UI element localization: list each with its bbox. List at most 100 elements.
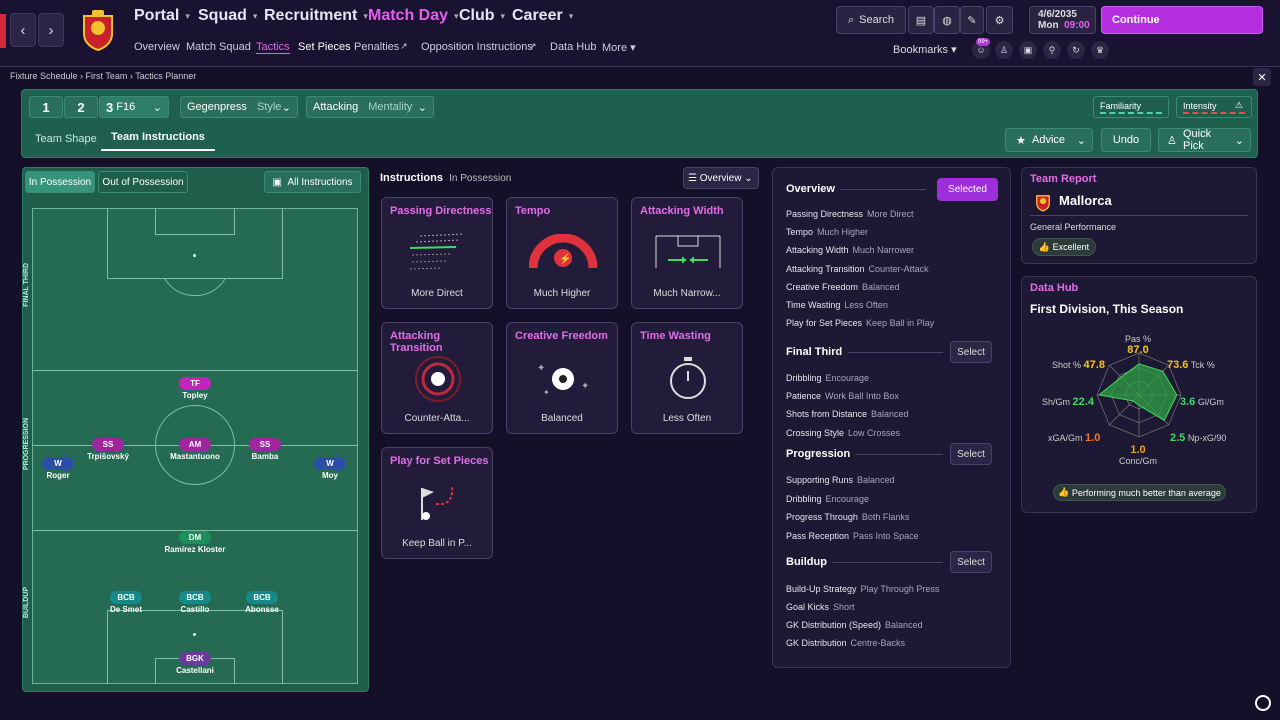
thumbs-up-icon: 👍 <box>1038 241 1051 252</box>
chevron-down-icon: ⌄ <box>1234 134 1244 147</box>
overview-row: Supporting Runs Balanced <box>786 475 895 485</box>
stat-value: 2.5 <box>1170 432 1186 444</box>
nav-career[interactable]: Career ▾ <box>512 7 573 25</box>
player-9[interactable]: BCB Abonsse <box>222 591 302 614</box>
card-value: More Direct <box>411 288 463 299</box>
stat-label: Np-xG/90 <box>1187 433 1227 443</box>
row-value: Pass Into Space <box>853 530 919 541</box>
player-0[interactable]: TF Topley <box>155 377 235 400</box>
team-report-title[interactable]: Team Report <box>1030 173 1096 185</box>
date-display[interactable]: 4/6/2035 Mon 09:00 <box>1029 6 1096 34</box>
passing-directness-icon <box>409 233 465 270</box>
tactic-slot-3[interactable]: 3 F16 ⌄ <box>99 96 169 118</box>
penalty-spot <box>193 633 196 636</box>
view-dropdown[interactable]: ☰ Overview ⌄ <box>683 167 759 189</box>
advice-label: Advice <box>1032 134 1066 146</box>
card-attacking-transition[interactable]: Attacking Transition Counter-Atta... <box>381 322 493 434</box>
back-button[interactable]: ‹ <box>10 13 36 47</box>
nav-portal[interactable]: Portal ▾ <box>134 7 190 25</box>
card-tempo[interactable]: Tempo ⚡ Much Higher <box>506 197 618 309</box>
bookmarks-dropdown[interactable]: Bookmarks ▾ <box>893 43 957 56</box>
row-key: Play for Set Pieces <box>786 318 863 329</box>
role-badge: TF <box>179 377 211 390</box>
player-4[interactable]: W Roger <box>18 457 98 480</box>
overview-row: Attacking Transition Counter-Attack <box>786 264 929 274</box>
date-label: 4/6/2035 <box>1038 9 1077 20</box>
row-key: GK Distribution <box>786 638 847 648</box>
subnav-opposition-instructions[interactable]: Opposition Instructions <box>421 41 533 53</box>
player-7[interactable]: BCB De Smet <box>86 591 166 614</box>
card-creative-freedom[interactable]: Creative Freedom ✦ ✦ ✦ Balanced <box>506 322 618 434</box>
subnav-set-pieces[interactable]: Set Pieces <box>298 41 351 53</box>
trophy-icon[interactable]: ♛ <box>1091 41 1109 59</box>
stopwatch-icon <box>670 357 706 399</box>
globe-icon[interactable]: ◍ <box>934 6 960 34</box>
stat-value: 22.4 <box>1072 396 1094 408</box>
row-key: Passing Directness <box>786 209 864 219</box>
data-hub-title[interactable]: Data Hub <box>1030 282 1078 294</box>
nav-match-day[interactable]: Match Day ▾ <box>368 7 459 25</box>
tactic-slot-2[interactable]: 2 <box>64 96 98 118</box>
warning-icon: ⚠ <box>1234 100 1243 110</box>
shirt-icon[interactable]: ♙ <box>995 41 1013 59</box>
player-10[interactable]: BGK Castellani <box>155 652 235 675</box>
advice-button[interactable]: ★ Advice ⌄ <box>1005 128 1093 152</box>
overview-row: GK Distribution Centre-Backs <box>786 638 905 648</box>
tab-in-possession[interactable]: In Possession <box>25 171 95 193</box>
overview-row: Dribbling Encourage <box>786 494 869 504</box>
nav-club[interactable]: Club ▾ <box>459 7 505 25</box>
subnav-tactics[interactable]: Tactics <box>256 41 290 54</box>
undo-button[interactable]: Undo <box>1101 128 1151 152</box>
subnav-match-squad[interactable]: Match Squad <box>186 41 251 53</box>
continue-button[interactable]: Continue <box>1101 6 1263 34</box>
card-play-for-set-pieces[interactable]: Play for Set Pieces Keep Ball in P... <box>381 447 493 559</box>
breadcrumb-first-team[interactable]: First Team <box>86 71 128 81</box>
breadcrumb-fixture-schedule[interactable]: Fixture Schedule <box>10 71 78 81</box>
pen-icon[interactable]: ✎ <box>960 6 984 34</box>
buildup-select-button[interactable]: Select <box>950 551 992 573</box>
tab-out-of-possession[interactable]: Out of Possession <box>98 171 188 193</box>
subnav-data-hub[interactable]: Data Hub <box>550 41 596 53</box>
gear-icon[interactable]: ⚙ <box>986 6 1013 34</box>
selected-button[interactable]: Selected <box>937 178 998 201</box>
data-hub-footer-badge: 👍 Performing much better than average <box>1053 484 1226 501</box>
goal-box-top <box>155 209 235 235</box>
clipboard-icon[interactable]: ▣ <box>1019 41 1037 59</box>
player-6[interactable]: DM Ramírez Kloster <box>155 531 235 554</box>
tab-team-shape[interactable]: Team Shape <box>35 133 97 145</box>
stat-label: Tck % <box>1190 360 1215 370</box>
nav-label: Career <box>512 7 563 24</box>
card-passing-directness[interactable]: Passing Directness More Direct <box>381 197 493 309</box>
strategy-icon[interactable]: ⚲ <box>1043 41 1061 59</box>
inbox-icon[interactable]: ▤ <box>908 6 934 34</box>
buildup-title: Buildup <box>786 556 827 568</box>
intensity-meter[interactable]: Intensity ⚠ <box>1176 96 1252 118</box>
tab-team-instructions[interactable]: Team Instructions <box>101 131 215 151</box>
familiarity-meter[interactable]: Familiarity <box>1093 96 1169 118</box>
quick-pick-button[interactable]: ♙ Quick Pick ⌄ <box>1158 128 1251 152</box>
focus-icon[interactable] <box>1255 695 1271 711</box>
card-attacking-width[interactable]: Attacking Width Much Narrow... <box>631 197 743 309</box>
search-button[interactable]: ⌕ Search <box>836 6 906 34</box>
row-key: Crossing Style <box>786 427 845 438</box>
forward-button[interactable]: › <box>38 13 64 47</box>
card-time-wasting[interactable]: Time Wasting Less Often <box>631 322 743 434</box>
familiarity-label: Familiarity <box>1100 101 1142 111</box>
all-instructions-button[interactable]: ▣ All Instructions <box>264 171 361 193</box>
penalty-spot <box>193 254 196 257</box>
refresh-icon[interactable]: ↻ <box>1067 41 1085 59</box>
subnav-more[interactable]: More ▾ <box>602 41 636 54</box>
final-third-select-button[interactable]: Select <box>950 341 992 363</box>
player-2[interactable]: AM Mastantuono <box>155 438 235 461</box>
mentality-dropdown[interactable]: Attacking Mentality ⌄ <box>306 96 434 118</box>
close-icon[interactable]: ✕ <box>1253 68 1271 86</box>
nav-squad[interactable]: Squad ▾ <box>198 7 257 25</box>
nav-recruitment[interactable]: Recruitment ▾ <box>264 7 368 25</box>
style-dropdown[interactable]: Gegenpress Style ⌄ <box>180 96 298 118</box>
progression-select-button[interactable]: Select <box>950 443 992 465</box>
row-key: Creative Freedom <box>786 281 859 292</box>
subnav-penalties[interactable]: Penalties <box>354 41 399 53</box>
subnav-overview[interactable]: Overview <box>134 41 180 53</box>
player-5[interactable]: W Moy <box>290 457 370 480</box>
tactic-slot-1[interactable]: 1 <box>29 96 63 118</box>
